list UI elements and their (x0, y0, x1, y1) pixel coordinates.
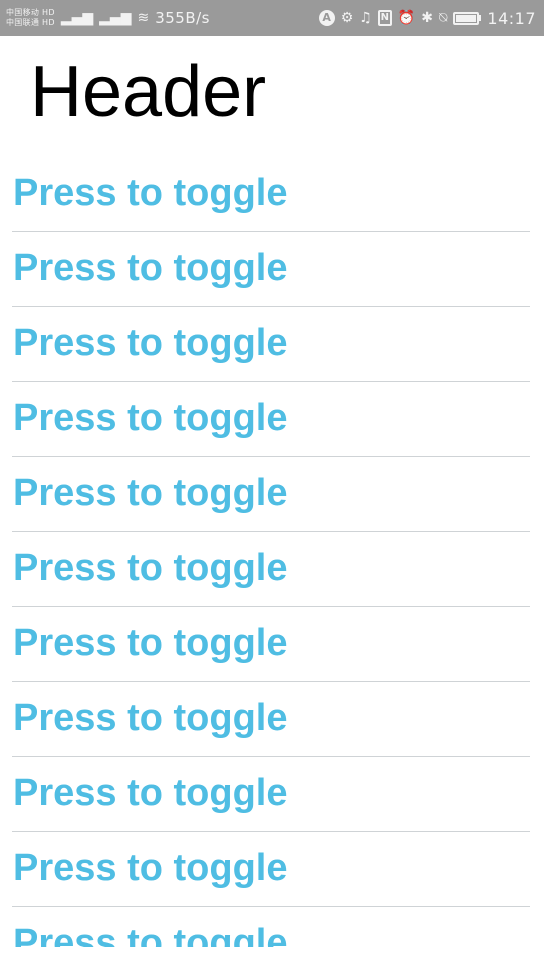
status-bar: 中国移动 HD 中国联通 HD ▂▄▆ ▂▄▆ ≋ 355B/s A ⚙ ♫ N… (0, 0, 544, 36)
wifi-icon: ≋ (137, 10, 150, 26)
toggle-label[interactable]: Press to toggle (13, 846, 288, 890)
clock: 14:17 (487, 8, 536, 28)
carrier-line-2: 中国联通 HD (6, 18, 55, 27)
page-header: Header (30, 52, 267, 132)
list-item[interactable]: Press to toggle (12, 307, 530, 382)
toggle-list-viewport[interactable]: Press to toggle Press to toggle Press to t… (0, 157, 544, 947)
list-item[interactable]: Press to toggle (12, 682, 530, 757)
toggle-list: Press to toggle Press to toggle Press to t… (12, 157, 530, 947)
list-item[interactable]: Press to toggle (12, 832, 530, 907)
list-item[interactable]: Press to toggle (12, 232, 530, 307)
network-speed: 355B/s (155, 9, 210, 27)
signal-icon: ▂▄▆ (60, 10, 94, 26)
toggle-label[interactable]: Press to toggle (13, 396, 288, 440)
list-item[interactable]: Press to toggle (12, 907, 530, 947)
list-item[interactable]: Press to toggle (12, 157, 530, 232)
toggle-label[interactable]: Press to toggle (13, 696, 288, 740)
signal-icon: ▂▄▆ (99, 10, 132, 26)
battery-icon (453, 11, 482, 25)
bluetooth-icon: ✱ (421, 10, 433, 26)
toggle-label[interactable]: Press to toggle (13, 621, 288, 665)
list-item[interactable]: Press to toggle (12, 607, 530, 682)
toggle-label[interactable]: Press to toggle (13, 321, 288, 365)
toggle-label[interactable]: Press to toggle (13, 546, 288, 590)
app-gear-icon: ⚙ (340, 10, 354, 26)
headphones-icon: ♫ (359, 10, 372, 26)
nfc-icon: N (377, 10, 392, 26)
list-item[interactable]: Press to toggle (12, 532, 530, 607)
list-item[interactable]: Press to toggle (12, 382, 530, 457)
app-a-icon: A (318, 10, 335, 26)
carrier-line-1: 中国移动 HD (6, 8, 55, 17)
toggle-label[interactable]: Press to toggle (13, 921, 288, 947)
alarm-icon: ⏰ (397, 10, 416, 26)
toggle-label[interactable]: Press to toggle (13, 471, 288, 515)
carrier-info: 中国移动 HD 中国联通 HD (6, 8, 55, 28)
toggle-label[interactable]: Press to toggle (13, 771, 288, 815)
list-item[interactable]: Press to toggle (12, 757, 530, 832)
mute-icon: ⍉ (438, 10, 448, 26)
toggle-label[interactable]: Press to toggle (13, 246, 288, 290)
list-item[interactable]: Press to toggle (12, 457, 530, 532)
toggle-label[interactable]: Press to toggle (13, 171, 288, 215)
